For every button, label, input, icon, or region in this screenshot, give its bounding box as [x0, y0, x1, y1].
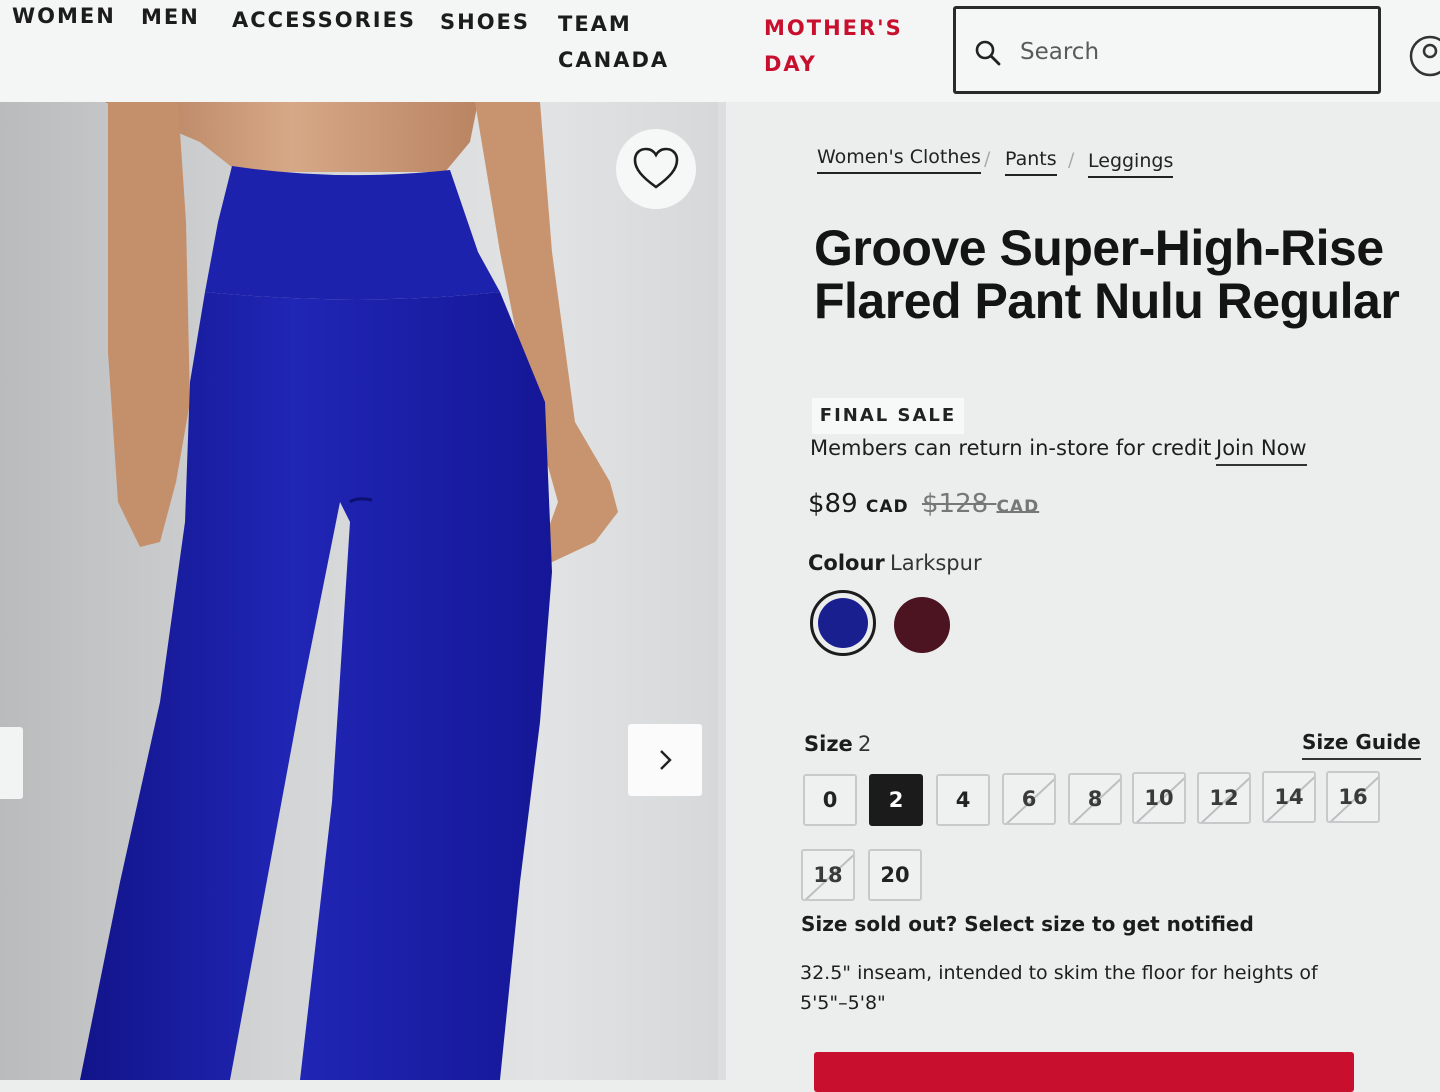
previous-image-button[interactable] — [0, 727, 23, 799]
image-divider — [718, 102, 726, 1080]
size-option-0[interactable]: 0 — [803, 774, 857, 826]
colour-value: Larkspur — [890, 551, 982, 575]
size-option-label: 8 — [1087, 787, 1103, 811]
size-option-10[interactable]: 10 — [1132, 772, 1186, 824]
account-icon[interactable] — [1408, 34, 1440, 78]
nav-accessories[interactable]: ACCESSORIES — [232, 2, 416, 38]
size-option-label: 6 — [1021, 787, 1037, 811]
size-option-8[interactable]: 8 — [1068, 773, 1122, 825]
size-option-18[interactable]: 18 — [801, 849, 855, 901]
favorite-button[interactable] — [616, 129, 696, 209]
breadcrumb-pants[interactable]: Pants — [1005, 148, 1057, 176]
size-option-label: 20 — [880, 863, 910, 887]
size-value: 2 — [858, 732, 872, 756]
chevron-right-icon — [660, 750, 672, 770]
currency-label: CAD — [996, 497, 1040, 517]
size-label: Size — [804, 732, 853, 756]
size-guide-link[interactable]: Size Guide — [1302, 730, 1421, 760]
size-option-20[interactable]: 20 — [868, 849, 922, 901]
nav-men[interactable]: MEN — [141, 0, 200, 35]
product-image — [0, 102, 718, 1080]
size-option-label: 10 — [1144, 786, 1174, 810]
size-option-label: 2 — [888, 788, 904, 812]
breadcrumb-separator: / — [1068, 149, 1075, 171]
next-image-button[interactable] — [628, 724, 702, 796]
breadcrumb-leggings[interactable]: Leggings — [1088, 150, 1174, 178]
colour-swatch-larkspur[interactable] — [810, 590, 876, 656]
nav-women[interactable]: WOMEN — [12, 0, 116, 34]
original-price: $128 CAD — [922, 489, 1039, 519]
inseam-description: 32.5" inseam, intended to skim the floor… — [800, 962, 1318, 1014]
original-price-value: $128 — [922, 489, 989, 519]
heart-icon — [633, 147, 679, 189]
nav-shoes[interactable]: SHOES — [440, 4, 530, 40]
colour-swatch-dark-red[interactable] — [894, 597, 950, 653]
add-to-bag-button[interactable] — [814, 1052, 1354, 1092]
current-price-value: $89 — [808, 489, 858, 519]
size-option-6[interactable]: 6 — [1002, 773, 1056, 825]
size-option-14[interactable]: 14 — [1262, 771, 1316, 823]
breadcrumb-womens-clothes[interactable]: Women's Clothes — [817, 146, 981, 174]
breadcrumb-separator: / — [984, 148, 991, 170]
top-navigation: WOMEN MEN ACCESSORIES SHOES TEAM CANADA … — [0, 0, 1440, 102]
search-icon — [975, 40, 1001, 66]
product-title: Groove Super-High-Rise Flared Pant Nulu … — [814, 220, 1400, 329]
currency-label: CAD — [865, 497, 909, 517]
members-return-note: Members can return in-store for credit — [810, 436, 1212, 460]
size-option-label: 16 — [1338, 785, 1368, 809]
size-sold-out-notice: Size sold out? Select size to get notifi… — [801, 912, 1254, 936]
search-input[interactable] — [1018, 33, 1362, 71]
model-wearing-leggings-illustration — [80, 102, 618, 1080]
size-option-4[interactable]: 4 — [936, 774, 990, 826]
size-option-label: 0 — [822, 788, 838, 812]
join-now-link[interactable]: Join Now — [1216, 436, 1307, 466]
current-price: $89 CAD — [808, 489, 909, 519]
size-option-label: 14 — [1274, 785, 1304, 809]
size-option-2[interactable]: 2 — [869, 774, 923, 826]
size-option-label: 12 — [1209, 786, 1239, 810]
size-option-label: 18 — [813, 863, 843, 887]
swatch-fill — [818, 598, 868, 648]
final-sale-badge: FINAL SALE — [812, 398, 964, 434]
size-option-16[interactable]: 16 — [1326, 771, 1380, 823]
search-box[interactable] — [953, 6, 1381, 94]
nav-team-canada[interactable]: TEAM CANADA — [558, 6, 669, 78]
colour-label: Colour — [808, 551, 885, 575]
size-option-label: 4 — [955, 788, 971, 812]
nav-mothers-day[interactable]: MOTHER'S DAY — [764, 10, 903, 82]
size-option-12[interactable]: 12 — [1197, 772, 1251, 824]
